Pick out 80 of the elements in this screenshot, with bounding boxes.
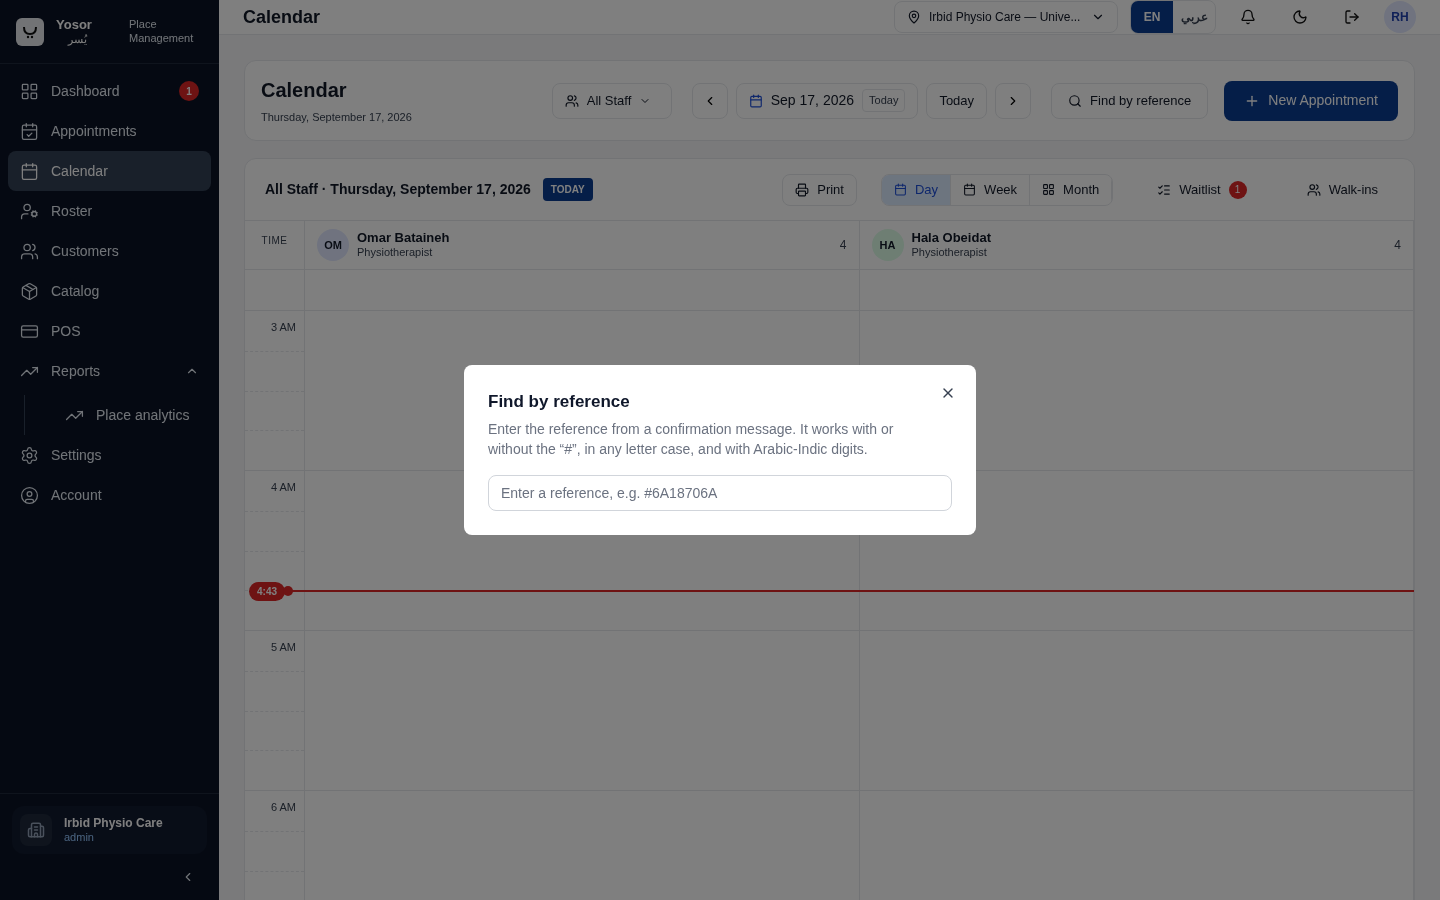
- nav-icon: [20, 201, 39, 221]
- logout-icon[interactable]: [1344, 9, 1360, 25]
- nav-item[interactable]: Appointments: [8, 111, 211, 151]
- staff-filter[interactable]: All Staff: [551, 82, 672, 119]
- waitlist-button[interactable]: Waitlist 1: [1141, 173, 1263, 206]
- brand-arabic: يُسر: [68, 32, 88, 47]
- dialog-description: Enter the reference from a confirmation message. It works with or without the “#”, in any letter case, and with Arabic-Indic digits.: [488, 419, 895, 459]
- hour-label: 6 AM: [270, 800, 296, 815]
- view-tab[interactable]: Day: [881, 174, 952, 205]
- staff-avatar: OM: [317, 229, 349, 261]
- nav-icon: [20, 485, 39, 505]
- nav-icon: [20, 445, 39, 465]
- print-button[interactable]: Print: [782, 173, 857, 206]
- nav-icon: [20, 121, 39, 141]
- users-icon: [1306, 182, 1321, 197]
- building-icon: [27, 821, 45, 839]
- today-tag: Today: [862, 89, 906, 112]
- view-tab[interactable]: Month: [1030, 174, 1113, 205]
- language-toggle[interactable]: EN: [1131, 1, 1173, 33]
- new-appointment-button[interactable]: New Appointment: [1224, 80, 1398, 121]
- language-toggle[interactable]: عربي: [1173, 1, 1215, 33]
- calendar-icon: [748, 93, 763, 108]
- hour-label: 5 AM: [270, 640, 296, 655]
- product-name: Place Management: [129, 17, 195, 46]
- logo-icon: [16, 17, 44, 46]
- staff-avatar: HA: [871, 229, 904, 261]
- nav-icon: [20, 161, 39, 181]
- nav-icon: [20, 241, 39, 261]
- search-icon: [1068, 93, 1083, 108]
- nav-item[interactable]: Place analytics: [25, 395, 211, 435]
- calendar-icon: [893, 183, 907, 196]
- hour-label: 3 AM: [270, 320, 296, 335]
- page-title: Calendar: [243, 5, 322, 29]
- staff-role: Physiotherapist: [357, 246, 434, 260]
- hour-label: 4 AM: [270, 480, 296, 495]
- calendar-icon: [963, 183, 977, 196]
- appointment-count: 4: [1394, 237, 1401, 254]
- nav-icon: [20, 81, 39, 101]
- nav-item[interactable]: Dashboard 1: [8, 71, 211, 111]
- nav-icon: [20, 281, 39, 301]
- today-badge: TODAY: [542, 178, 593, 201]
- brand-name: Yosor: [56, 16, 92, 33]
- section-date: Thursday, September 17, 2026: [261, 110, 413, 126]
- staff-name: Omar Bataineh: [357, 230, 451, 247]
- place-name: Irbid Physio Care: [64, 815, 163, 831]
- nav-item[interactable]: Settings: [8, 435, 211, 475]
- staff-role: Physiotherapist: [911, 246, 988, 260]
- calendar-heading: All Staff · Thursday, September 17, 2026: [265, 180, 531, 199]
- grid-icon: [1042, 183, 1056, 196]
- section-title: Calendar: [261, 78, 348, 104]
- reference-input[interactable]: Enter a reference, e.g. #6A18706A: [488, 474, 952, 511]
- nav-item[interactable]: POS: [8, 311, 211, 351]
- date-picker[interactable]: Sep 17, 2026 Today: [735, 82, 919, 119]
- place-card[interactable]: Irbid Physio Care admin: [12, 806, 207, 854]
- checklist-icon: [1157, 182, 1172, 197]
- printer-icon: [795, 182, 810, 197]
- nav-item[interactable]: Roster: [8, 191, 211, 231]
- staff-name: Hala Obeidat: [911, 230, 992, 247]
- moon-icon[interactable]: [1292, 9, 1308, 25]
- pin-icon: [907, 10, 921, 24]
- users-icon: [564, 93, 579, 108]
- nav-item[interactable]: Reports: [8, 351, 211, 391]
- time-header: TIME: [261, 234, 288, 248]
- nav-item[interactable]: Calendar: [8, 151, 211, 191]
- appointment-count: 4: [839, 237, 847, 254]
- view-tab[interactable]: Week: [951, 174, 1031, 205]
- current-time-marker: 4:43: [249, 582, 285, 601]
- count-badge: 1: [179, 81, 199, 101]
- dialog-title: Find by reference: [488, 391, 630, 414]
- count-badge: 1: [1228, 180, 1247, 199]
- today-button[interactable]: Today: [926, 82, 988, 119]
- nav-item[interactable]: Catalog: [8, 271, 211, 311]
- bell-icon[interactable]: [1240, 9, 1256, 25]
- walk-ins-button[interactable]: Walk-ins: [1290, 173, 1394, 206]
- nav-item[interactable]: Account: [8, 475, 211, 515]
- place-role: admin: [64, 830, 95, 845]
- find-reference-button[interactable]: Find by reference: [1051, 82, 1209, 119]
- location-select[interactable]: Irbid Physio Care — Unive...: [894, 1, 1118, 33]
- nav-item[interactable]: Customers: [8, 231, 211, 271]
- user-avatar[interactable]: RH: [1384, 1, 1416, 33]
